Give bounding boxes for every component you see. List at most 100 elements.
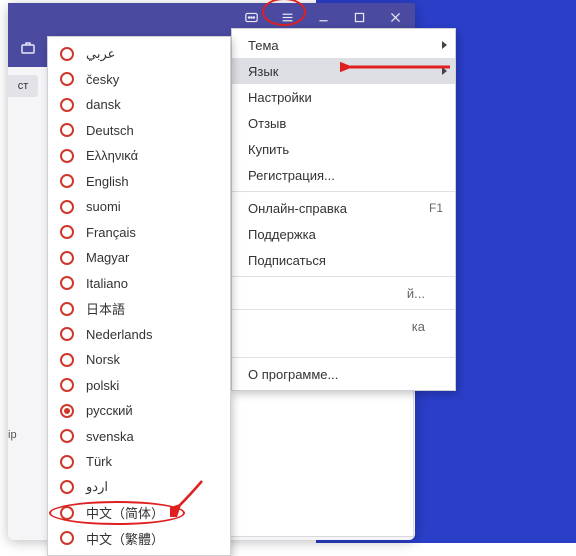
maximize-button[interactable] — [345, 6, 373, 28]
language-label: русский — [86, 403, 133, 418]
menu-item[interactable]: Поддержка — [232, 221, 455, 247]
submenu-arrow-icon — [442, 67, 447, 75]
language-option[interactable]: 日本語 — [48, 296, 230, 322]
radio-icon — [60, 174, 74, 188]
language-option[interactable]: русский — [48, 398, 230, 424]
language-label: Norsk — [86, 352, 120, 367]
language-label: 中文（简体） — [86, 503, 164, 522]
radio-icon — [60, 72, 74, 86]
language-option[interactable]: Français — [48, 220, 230, 246]
radio-icon — [60, 98, 74, 112]
titlebar — [8, 3, 415, 31]
language-label: English — [86, 174, 129, 189]
left-stub-text-2: ір — [8, 429, 17, 441]
language-label: svenska — [86, 429, 134, 444]
language-label: Türk — [86, 454, 112, 469]
radio-icon — [60, 455, 74, 469]
menu-item-label: й... — [407, 286, 425, 301]
menu-item-label: Регистрация... — [248, 168, 335, 183]
language-label: dansk — [86, 97, 121, 112]
menu-item[interactable]: Настройки — [232, 84, 455, 110]
menu-item[interactable]: Регистрация... — [232, 162, 455, 188]
language-submenu: عربي česky dansk Deutsch Ελληνικά English suom… — [47, 36, 231, 556]
submenu-arrow-icon — [442, 41, 447, 49]
menu-shortcut: F1 — [429, 201, 443, 215]
menu-item[interactable]: Онлайн-справка F1 — [232, 195, 455, 221]
language-option[interactable]: suomi — [48, 194, 230, 220]
radio-icon — [60, 480, 74, 494]
language-option[interactable]: dansk — [48, 92, 230, 118]
language-option[interactable]: English — [48, 169, 230, 195]
language-label: Deutsch — [86, 123, 134, 138]
menu-item-label: Подписаться — [248, 253, 326, 268]
language-option[interactable]: Italiano — [48, 271, 230, 297]
menu-item[interactable]: Язык — [232, 58, 455, 84]
radio-icon — [60, 225, 74, 239]
language-label: 中文（繁體） — [86, 529, 164, 548]
language-option[interactable]: Türk — [48, 449, 230, 475]
language-label: Français — [86, 225, 136, 240]
radio-icon — [60, 302, 74, 316]
language-label: Italiano — [86, 276, 128, 291]
language-label: عربي — [86, 46, 115, 62]
language-option[interactable]: svenska — [48, 424, 230, 450]
menu-item[interactable]: Купить — [232, 136, 455, 162]
menu-item-label: Поддержка — [248, 227, 316, 242]
menu-item-label: Настройки — [248, 90, 312, 105]
left-stub-text: ст — [8, 75, 38, 97]
radio-icon — [60, 353, 74, 367]
radio-icon — [60, 149, 74, 163]
menu-item-label: Язык — [248, 64, 278, 79]
language-option[interactable]: 中文（繁體） — [48, 526, 230, 552]
radio-icon — [60, 429, 74, 443]
menu-separator — [232, 357, 455, 358]
menu-item-label: Онлайн-справка — [248, 201, 347, 216]
radio-icon — [60, 378, 74, 392]
language-label: Magyar — [86, 250, 129, 265]
menu-separator — [232, 191, 455, 192]
menu-item[interactable]: й... — [232, 280, 455, 306]
radio-icon — [60, 276, 74, 290]
briefcase-icon — [20, 40, 36, 59]
radio-icon — [60, 200, 74, 214]
language-label: suomi — [86, 199, 121, 214]
radio-icon — [60, 327, 74, 341]
radio-icon — [60, 123, 74, 137]
menu-item[interactable]: Подписаться — [232, 247, 455, 273]
radio-icon — [60, 47, 74, 61]
minimize-button[interactable] — [309, 6, 337, 28]
close-button[interactable] — [381, 6, 409, 28]
language-label: Ελληνικά — [86, 148, 138, 163]
menu-item-label: Отзыв — [248, 116, 286, 131]
menu-separator — [232, 309, 455, 310]
radio-icon — [60, 251, 74, 265]
menu-item-label: Тема — [248, 38, 279, 53]
language-option[interactable]: اردو — [48, 475, 230, 501]
language-option[interactable]: Norsk — [48, 347, 230, 373]
language-option[interactable]: Ελληνικά — [48, 143, 230, 169]
language-option[interactable]: عربي — [48, 41, 230, 67]
language-label: česky — [86, 72, 119, 87]
hamburger-menu-button[interactable] — [273, 6, 301, 28]
radio-icon — [60, 404, 74, 418]
menu-item[interactable]: О программе... — [232, 361, 455, 387]
language-option[interactable]: česky — [48, 67, 230, 93]
language-label: polski — [86, 378, 119, 393]
language-label: اردو — [86, 479, 108, 495]
menu-item-label: Купить — [248, 142, 289, 157]
radio-icon — [60, 531, 74, 545]
language-option[interactable]: Deutsch — [48, 118, 230, 144]
language-label: Nederlands — [86, 327, 153, 342]
language-option[interactable]: polski — [48, 373, 230, 399]
menu-item[interactable]: ка — [232, 313, 455, 339]
radio-icon — [60, 506, 74, 520]
more-button[interactable] — [237, 6, 265, 28]
language-label: 日本語 — [86, 299, 125, 318]
menu-item[interactable]: Отзыв — [232, 110, 455, 136]
menu-item-label: О программе... — [248, 367, 338, 382]
language-option[interactable]: Magyar — [48, 245, 230, 271]
menu-item-label: ка — [412, 319, 425, 334]
menu-item[interactable]: Тема — [232, 32, 455, 58]
language-option[interactable]: Nederlands — [48, 322, 230, 348]
language-option[interactable]: 中文（简体） — [48, 500, 230, 526]
